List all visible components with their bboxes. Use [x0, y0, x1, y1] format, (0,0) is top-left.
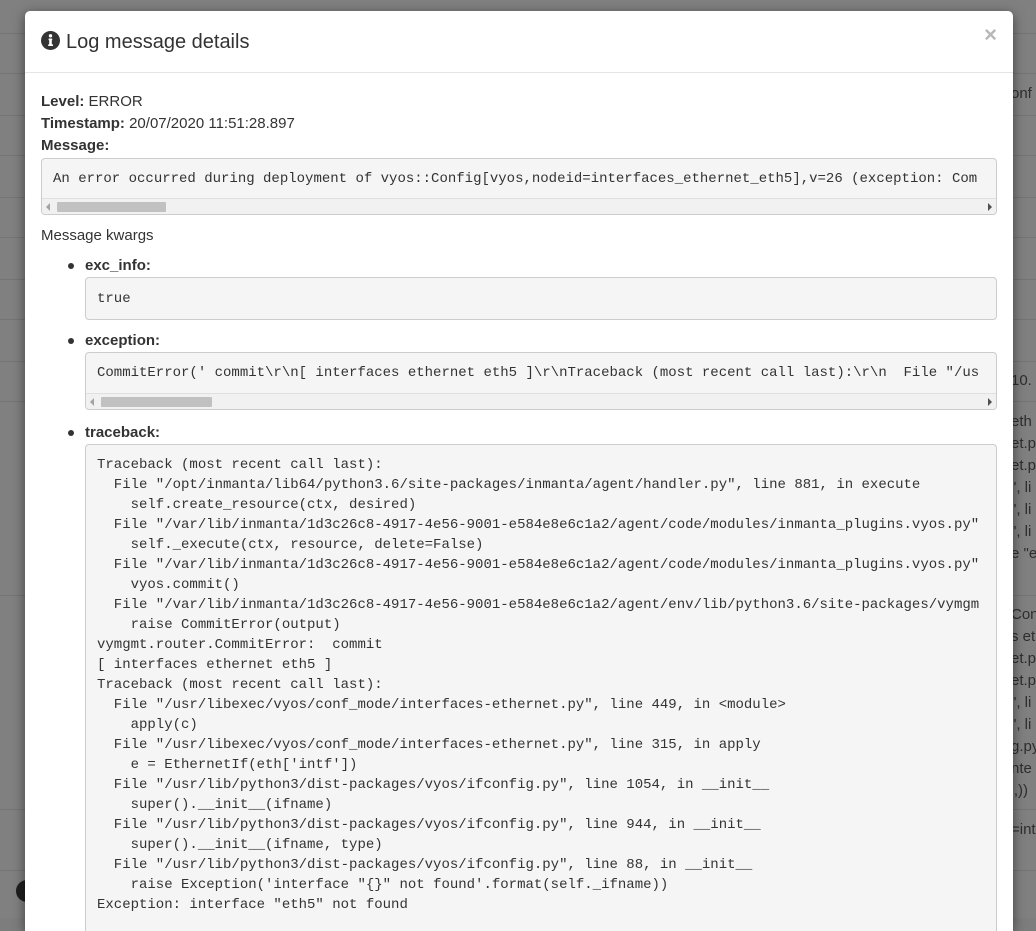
- traceback-line: raise CommitError(output): [97, 617, 341, 633]
- background-text: Con: [1011, 606, 1036, 623]
- background-text: ", li: [1011, 694, 1032, 711]
- traceback-line: vyos.commit(): [97, 577, 240, 593]
- traceback-line: Traceback (most recent call last):: [97, 677, 383, 693]
- list-item: traceback: Traceback (most recent call l…: [68, 422, 997, 931]
- background-text: nte: [1011, 760, 1032, 777]
- background-text: ',)): [1011, 782, 1029, 799]
- close-button[interactable]: ×: [984, 22, 997, 48]
- background-text: =int: [1011, 821, 1036, 838]
- kwarg-key: traceback:: [85, 424, 161, 441]
- traceback-line: vymgmt.router.CommitError: commit: [97, 637, 383, 653]
- background-text: eth: [1011, 413, 1032, 430]
- traceback-line: File "/usr/lib/python3/dist-packages/vyo…: [97, 817, 761, 833]
- modal-header: Log message details ×: [25, 11, 1013, 73]
- list-item: exc_info: true: [68, 255, 997, 320]
- background-text: g.py: [1011, 738, 1036, 755]
- bullet: [68, 338, 74, 344]
- kwargs-list: exc_info: true exception: CommitError(' …: [41, 255, 997, 931]
- traceback-line: self._execute(ctx, resource, delete=Fals…: [97, 537, 484, 553]
- background-text: ", li: [1011, 716, 1032, 733]
- background-text: s et: [1011, 628, 1036, 645]
- scrollbar-thumb[interactable]: [57, 202, 166, 212]
- traceback-line: [ interfaces ethernet eth5 ]: [97, 657, 333, 673]
- list-item: exception: CommitError(' commit\r\n[ int…: [68, 330, 997, 410]
- level-row: Level: ERROR: [41, 91, 997, 113]
- modal-title: Log message details: [66, 31, 250, 53]
- horizontal-scrollbar[interactable]: [86, 393, 996, 409]
- horizontal-scrollbar[interactable]: [42, 198, 996, 214]
- traceback-line: super().__init__(ifname, type): [97, 837, 383, 853]
- background-text: ", li: [1011, 501, 1032, 518]
- bullet: [68, 263, 74, 269]
- background-text: et.p: [1011, 650, 1036, 667]
- message-label: Message:: [41, 137, 110, 154]
- traceback-line: Exception: interface "eth5" not found: [97, 897, 408, 913]
- message-row: Message:: [41, 135, 997, 157]
- traceback-line: self.create_resource(ctx, desired): [97, 497, 417, 513]
- background-text: e "e: [1011, 545, 1036, 562]
- message-text: An error occurred during deployment of v…: [53, 171, 978, 187]
- background-text: ", li: [1011, 479, 1032, 496]
- background-text: et.p: [1011, 435, 1036, 452]
- info-circle-icon: [41, 31, 60, 50]
- log-message-modal: Log message details × Level: ERROR Times…: [25, 11, 1013, 931]
- kwarg-value: true: [97, 291, 131, 307]
- bullet: [68, 430, 74, 436]
- scroll-right-icon[interactable]: [988, 203, 992, 211]
- traceback-line: Traceback (most recent call last):: [97, 457, 383, 473]
- exc-info-code-block: true: [85, 277, 997, 320]
- traceback-line: File "/var/lib/inmanta/1d3c26c8-4917-4e5…: [97, 597, 980, 613]
- scrollbar-thumb[interactable]: [101, 397, 212, 407]
- kwargs-title: Message kwargs: [41, 227, 154, 244]
- timestamp-label: Timestamp:: [41, 115, 125, 132]
- timestamp-row: Timestamp: 20/07/2020 11:51:28.897: [41, 113, 997, 135]
- traceback-line: File "/usr/lib/python3/dist-packages/vyo…: [97, 777, 770, 793]
- modal-body: Level: ERROR Timestamp: 20/07/2020 11:51…: [25, 73, 1013, 931]
- traceback-line: File "/var/lib/inmanta/1d3c26c8-4917-4e5…: [97, 557, 980, 573]
- kwarg-key: exception:: [85, 332, 161, 349]
- traceback-line: apply(c): [97, 717, 198, 733]
- traceback-code-block[interactable]: Traceback (most recent call last): File …: [85, 444, 997, 931]
- traceback-line: e = EthernetIf(eth['intf']): [97, 757, 358, 773]
- traceback-line: File "/var/lib/inmanta/1d3c26c8-4917-4e5…: [97, 517, 980, 533]
- level-label: Level:: [41, 93, 85, 110]
- timestamp-value: 20/07/2020 11:51:28.897: [129, 115, 295, 132]
- traceback-line: File "/usr/lib/python3/dist-packages/vyo…: [97, 857, 753, 873]
- kwarg-value: CommitError(' commit\r\n[ interfaces eth…: [97, 365, 980, 381]
- background-text: et.p: [1011, 672, 1036, 689]
- level-value: ERROR: [88, 93, 143, 110]
- traceback-line: File "/usr/libexec/vyos/conf_mode/interf…: [97, 697, 786, 713]
- background-text: onf: [1011, 85, 1032, 102]
- background-text: ", li: [1011, 523, 1032, 540]
- scroll-right-icon[interactable]: [988, 398, 992, 406]
- scroll-left-icon[interactable]: [90, 398, 94, 406]
- background-text: et.p: [1011, 457, 1036, 474]
- kwarg-key: exc_info:: [85, 257, 151, 274]
- scroll-left-icon[interactable]: [46, 203, 50, 211]
- traceback-line: super().__init__(ifname): [97, 797, 333, 813]
- traceback-text: Traceback (most recent call last): File …: [97, 455, 985, 915]
- traceback-line: File "/usr/libexec/vyos/conf_mode/interf…: [97, 737, 761, 753]
- traceback-line: raise Exception('interface "{}" not foun…: [97, 877, 669, 893]
- traceback-line: File "/opt/inmanta/lib64/python3.6/site-…: [97, 477, 921, 493]
- background-text: 10.: [1011, 372, 1032, 389]
- exception-code-block[interactable]: CommitError(' commit\r\n[ interfaces eth…: [85, 352, 997, 410]
- message-code-block[interactable]: An error occurred during deployment of v…: [41, 158, 997, 215]
